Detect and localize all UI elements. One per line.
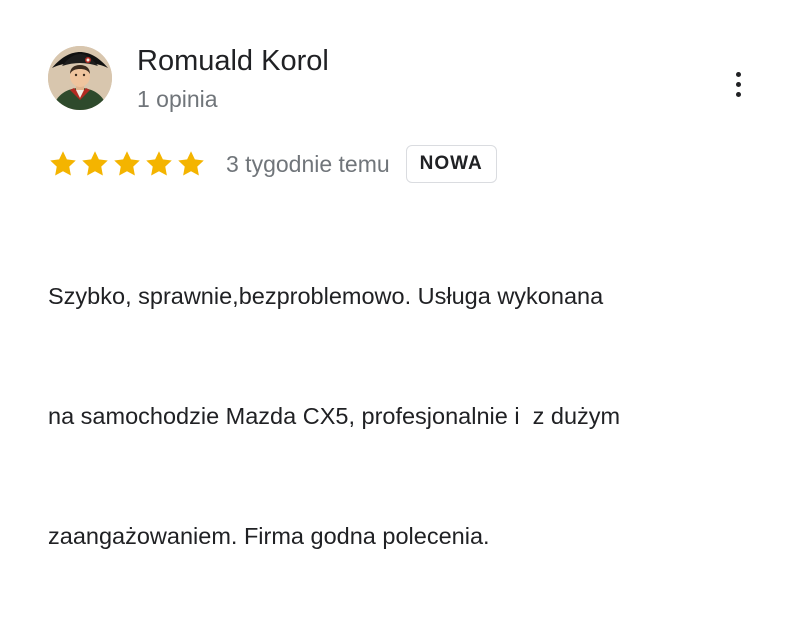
reviewer-avatar[interactable] [48, 46, 112, 110]
review-count[interactable]: 1 opinia [137, 84, 218, 114]
review-text-line: na samochodzie Mazda CX5, profesjonalnie… [48, 403, 621, 429]
more-vertical-icon-dot [735, 81, 741, 87]
more-vertical-icon [735, 71, 741, 77]
more-options-button[interactable] [722, 66, 754, 102]
review-card: Romuald Korol 1 opinia 3 tygodnie temu N… [0, 0, 794, 549]
star-icon [82, 151, 108, 176]
review-text-line: Szybko, sprawnie,bezproblemowo. Usługa w… [48, 283, 604, 309]
star-icon [50, 151, 76, 176]
star-icon [146, 151, 172, 176]
review-text-line: zaangażowaniem. Firma godna polecenia. [48, 523, 490, 549]
user-avatar-icon [48, 46, 112, 110]
reviewer-name[interactable]: Romuald Korol [137, 43, 329, 79]
review-text: Szybko, sprawnie,bezproblemowo. Usługa w… [48, 196, 768, 636]
more-vertical-icon-dot [735, 91, 741, 97]
new-badge: NOWA [405, 145, 497, 183]
star-icon [178, 151, 204, 176]
rating-row: 3 tygodnie temu NOWA [48, 144, 497, 184]
star-rating [48, 149, 206, 179]
star-icon [114, 151, 140, 176]
review-timestamp: 3 tygodnie temu [226, 150, 390, 177]
